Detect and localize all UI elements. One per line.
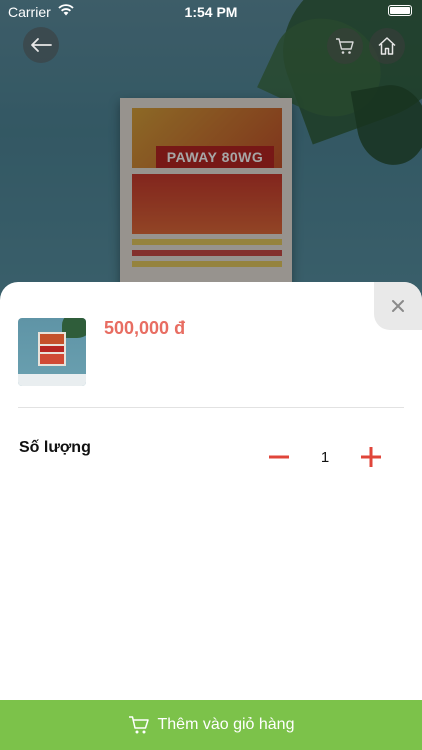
quantity-label: Số lượng (19, 439, 91, 456)
close-button[interactable] (374, 282, 422, 330)
cart-button[interactable] (327, 28, 363, 64)
product-price: 500,000 đ (104, 318, 186, 338)
home-button[interactable] (369, 28, 405, 64)
product-thumbnail (18, 318, 86, 386)
add-to-cart-label: Thêm vào giỏ hàng (157, 716, 295, 733)
close-icon (392, 300, 404, 312)
plus-icon (361, 447, 381, 467)
back-button[interactable] (23, 27, 59, 63)
add-to-cart-button[interactable]: Thêm vào giỏ hàng (0, 700, 422, 750)
battery-icon (388, 5, 412, 16)
quantity-decrease-button[interactable] (267, 445, 291, 469)
cart-icon (128, 716, 149, 734)
quantity-value: 1 (320, 449, 330, 466)
add-to-cart-sheet: 500,000 đ Số lượng 1 Thêm vào giỏ hàng (0, 282, 422, 750)
minus-icon (269, 455, 289, 459)
home-icon (378, 37, 396, 55)
cart-icon (336, 38, 354, 54)
arrow-left-icon (31, 38, 52, 52)
clock: 1:54 PM (184, 4, 238, 20)
status-bar: Carrier 1:54 PM (0, 0, 422, 24)
divider (18, 407, 404, 408)
quantity-increase-button[interactable] (359, 445, 383, 469)
